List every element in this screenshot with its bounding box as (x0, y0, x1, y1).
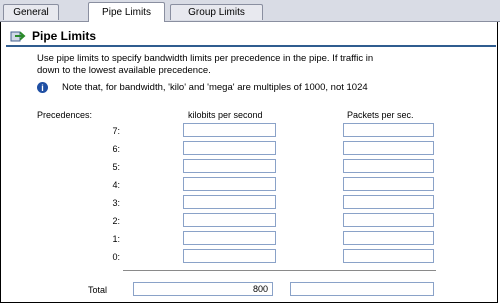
intro-line-2: down to the lowest available precedence. (37, 65, 211, 76)
note-text: Note that, for bandwidth, 'kilo' and 'me… (62, 82, 368, 93)
tab-general-label: General (13, 7, 49, 18)
precedence-7-label: 7: (112, 126, 120, 136)
precedence-2-kbps-input[interactable] (183, 213, 276, 227)
tab-group-limits-label: Group Limits (188, 7, 245, 18)
total-pps-field (290, 282, 434, 296)
precedence-5-label: 5: (112, 162, 120, 172)
precedence-5-pps-input[interactable] (343, 159, 434, 173)
total-divider (123, 270, 436, 271)
precedence-1-label: 1: (112, 234, 120, 244)
section-header: Pipe Limits (10, 26, 96, 46)
precedence-6-pps-input[interactable] (343, 141, 434, 155)
precedence-0-label: 0: (112, 252, 120, 262)
info-icon: i (37, 82, 48, 93)
precedence-7-kbps-input[interactable] (183, 123, 276, 137)
page-title: Pipe Limits (32, 29, 97, 43)
tab-group-limits[interactable]: Group Limits (170, 4, 263, 20)
precedence-5-kbps-input[interactable] (183, 159, 276, 173)
precedence-1-pps-input[interactable] (343, 231, 434, 245)
tab-pipe-limits[interactable]: Pipe Limits (88, 2, 165, 22)
intro-line-1: Use pipe limits to specify bandwidth lim… (37, 53, 374, 64)
precedence-4-label: 4: (112, 180, 120, 190)
precedence-0-pps-input[interactable] (343, 249, 434, 263)
title-divider (6, 45, 496, 47)
precedence-6-label: 6: (112, 144, 120, 154)
tab-pipe-limits-label: Pipe Limits (102, 7, 151, 18)
header-kbps: kilobits per second (188, 110, 263, 120)
precedence-0-kbps-input[interactable] (183, 249, 276, 263)
precedence-6-kbps-input[interactable] (183, 141, 276, 155)
header-pps: Packets per sec. (347, 110, 414, 120)
precedence-4-kbps-input[interactable] (183, 177, 276, 191)
precedence-2-label: 2: (112, 216, 120, 226)
tab-bar: General Pipe Limits Group Limits (0, 0, 500, 22)
precedence-3-pps-input[interactable] (343, 195, 434, 209)
precedence-4-pps-input[interactable] (343, 177, 434, 191)
header-precedences: Precedences: (37, 110, 93, 120)
total-label: Total (88, 285, 108, 295)
pipe-arrow-icon (10, 29, 26, 43)
precedence-3-label: 3: (112, 198, 120, 208)
precedence-1-kbps-input[interactable] (183, 231, 276, 245)
bandwidth-note: i Note that, for bandwidth, 'kilo' and '… (37, 82, 368, 93)
precedence-7-pps-input[interactable] (343, 123, 434, 137)
tab-general[interactable]: General (3, 4, 59, 20)
total-kbps-field (133, 282, 273, 296)
intro-text: Use pipe limits to specify bandwidth lim… (37, 53, 499, 77)
precedence-2-pps-input[interactable] (343, 213, 434, 227)
precedence-3-kbps-input[interactable] (183, 195, 276, 209)
